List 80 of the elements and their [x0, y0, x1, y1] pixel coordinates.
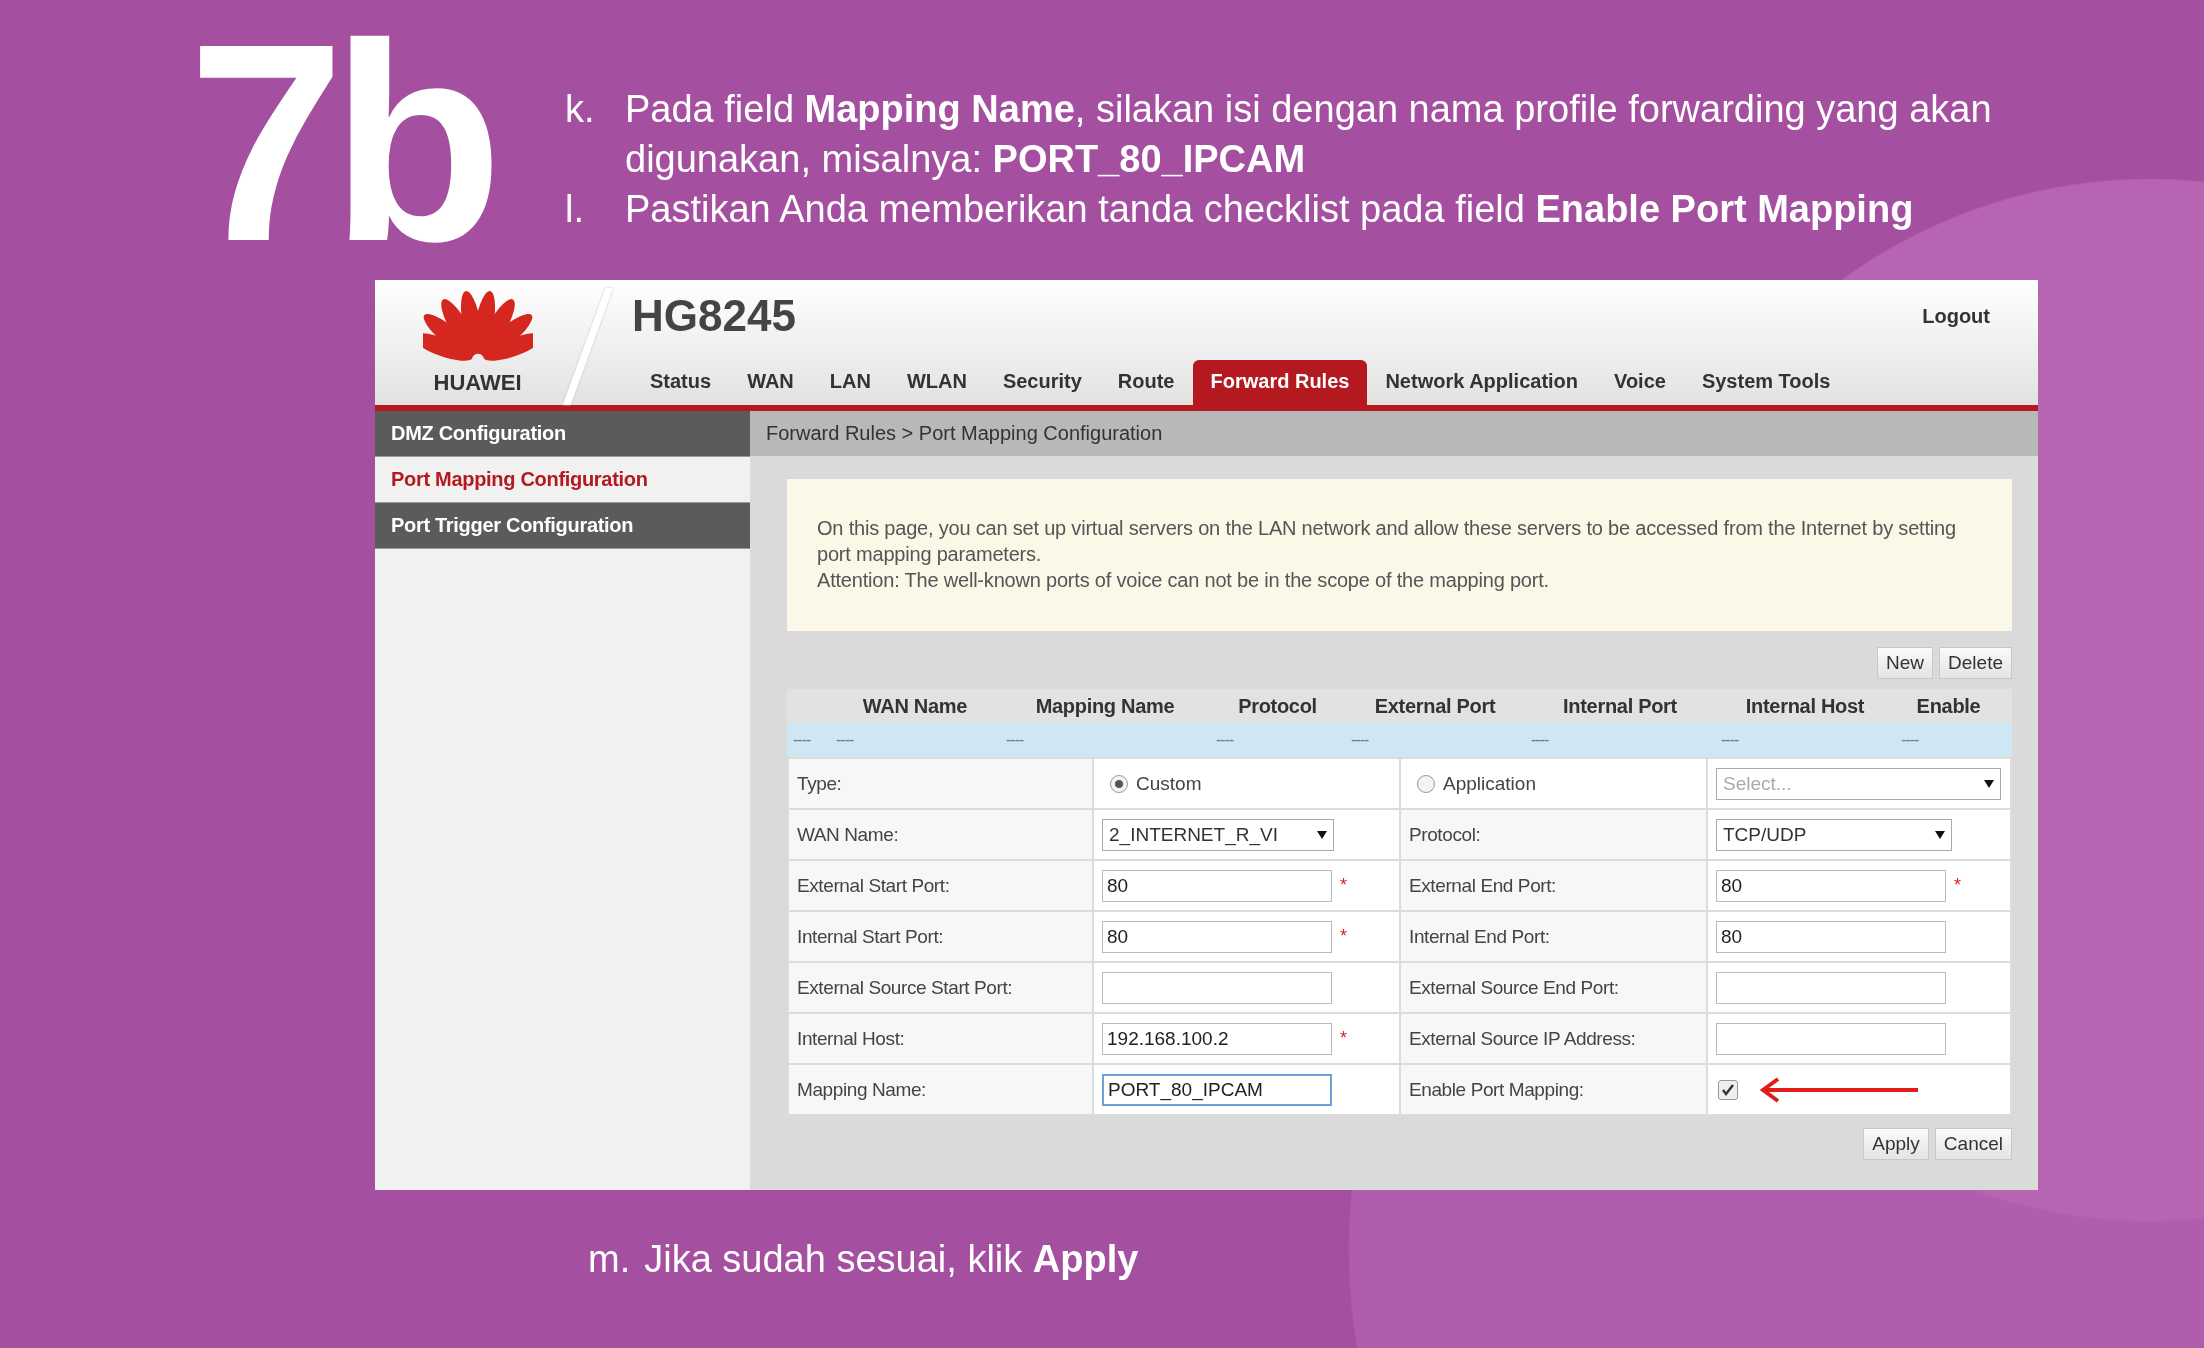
- radio-button[interactable]: [1110, 774, 1128, 793]
- field-label: External Source Start Port:: [797, 976, 1013, 999]
- field-label: Internal End Port:: [1409, 925, 1550, 948]
- input-field[interactable]: [1102, 971, 1332, 1004]
- required-mark: *: [1340, 926, 1347, 947]
- info-text: Attention: The well-known ports of voice can not be in the scope of the mapping port.: [817, 568, 1550, 593]
- field-label: Type:: [797, 772, 842, 795]
- column-header: Internal Port: [1562, 694, 1678, 718]
- nav-tab[interactable]: Forward Rules: [1192, 360, 1368, 405]
- input-field[interactable]: [1716, 971, 1946, 1004]
- empty-cell-dash: ----: [1350, 731, 1370, 749]
- nav-tab[interactable]: Security: [984, 360, 1100, 405]
- table-button[interactable]: Delete: [1939, 647, 2012, 679]
- field-label: Protocol:: [1409, 823, 1481, 846]
- empty-cell-dash: ----: [835, 731, 855, 749]
- field-label: External Start Port:: [797, 874, 950, 897]
- radio-label: Custom: [1136, 772, 1202, 795]
- info-text: On this page, you can set up virtual servers on the LAN network and allow these servers to be accessed from the Internet by setting port mapping parameters.: [817, 516, 1957, 567]
- field-label: External Source End Port:: [1409, 976, 1619, 999]
- required-mark: *: [1340, 875, 1347, 896]
- empty-cell-dash: ----: [1005, 731, 1025, 749]
- empty-cell-dash: ----: [1530, 731, 1550, 749]
- select-field[interactable]: TCP/UDP: [1716, 818, 1952, 851]
- field-label: WAN Name:: [797, 823, 899, 846]
- input-field[interactable]: PORT_80_IPCAM: [1102, 1073, 1332, 1106]
- caret-icon: [1935, 830, 1945, 839]
- instruction-text: Jika sudah sesuai, klik Apply: [644, 1238, 1139, 1281]
- column-header: Mapping Name: [1034, 694, 1176, 718]
- field-label: Enable Port Mapping:: [1409, 1078, 1584, 1101]
- nav-tab[interactable]: WLAN: [888, 360, 985, 405]
- input-field[interactable]: 80: [1102, 869, 1332, 902]
- action-button[interactable]: Apply: [1863, 1128, 1929, 1160]
- empty-cell-dash: ----: [1215, 731, 1235, 749]
- field-label: External Source IP Address:: [1409, 1027, 1636, 1050]
- nav-tab[interactable]: System Tools: [1683, 360, 1849, 405]
- list-marker: m.: [588, 1238, 631, 1281]
- column-header: Internal Host: [1744, 694, 1866, 718]
- caret-icon: [1984, 779, 1994, 788]
- input-field[interactable]: 80: [1102, 920, 1332, 953]
- radio-button[interactable]: [1417, 774, 1435, 793]
- radio-label: Application: [1443, 772, 1536, 795]
- field-label: External End Port:: [1409, 874, 1556, 897]
- empty-cell-dash: ----: [1720, 731, 1740, 749]
- table-button[interactable]: New: [1877, 647, 1934, 679]
- field-label: Internal Start Port:: [797, 925, 944, 948]
- required-mark: *: [1340, 1028, 1347, 1049]
- nav-tab[interactable]: LAN: [811, 360, 889, 405]
- breadcrumb: Forward Rules > Port Mapping Configuration: [750, 411, 2038, 456]
- select-field[interactable]: 2_INTERNET_R_VI: [1102, 818, 1334, 851]
- instruction-text: Pastikan Anda memberikan tanda checklist pada field Enable Port Mapping: [625, 187, 1915, 232]
- caret-icon: [1317, 830, 1327, 839]
- input-field[interactable]: [1716, 1022, 1946, 1055]
- action-button[interactable]: Cancel: [1934, 1128, 2012, 1160]
- column-header: WAN Name: [861, 694, 969, 718]
- sidebar-item[interactable]: DMZ Configuration: [375, 411, 750, 457]
- nav-tab[interactable]: Status: [632, 360, 730, 405]
- column-header: External Port: [1373, 694, 1497, 718]
- input-field[interactable]: 80: [1716, 869, 1946, 902]
- empty-cell-dash: ----: [792, 731, 812, 749]
- step-number: 7b: [188, 2, 491, 284]
- nav-tab[interactable]: WAN: [729, 360, 812, 405]
- checkbox[interactable]: [1718, 1079, 1738, 1100]
- nav-tab[interactable]: Voice: [1596, 360, 1684, 405]
- column-header: Enable: [1915, 694, 1982, 718]
- list-marker: l.: [565, 187, 585, 232]
- instruction-text: Pada field Mapping Name, silakan isi dengan nama profile forwarding yang akan digunakan, misalnya: PORT_80_IPCAM: [625, 87, 1993, 182]
- list-marker: k.: [565, 87, 596, 132]
- field-label: Internal Host:: [797, 1027, 905, 1050]
- nav-tab[interactable]: Network Application: [1367, 360, 1597, 405]
- model-name: HG8245: [631, 291, 796, 341]
- sidebar-item[interactable]: Port Trigger Configuration: [375, 503, 750, 549]
- required-mark: *: [1954, 875, 1961, 896]
- logo-text: HUAWEI: [433, 370, 522, 396]
- input-field[interactable]: 80: [1716, 920, 1946, 953]
- column-header: Protocol: [1237, 694, 1318, 718]
- logout-link[interactable]: Logout: [1922, 304, 1990, 328]
- input-field[interactable]: 192.168.100.2: [1102, 1022, 1332, 1055]
- nav-tab[interactable]: Route: [1099, 360, 1193, 405]
- empty-cell-dash: ----: [1900, 731, 1920, 749]
- field-label: Mapping Name:: [797, 1078, 926, 1101]
